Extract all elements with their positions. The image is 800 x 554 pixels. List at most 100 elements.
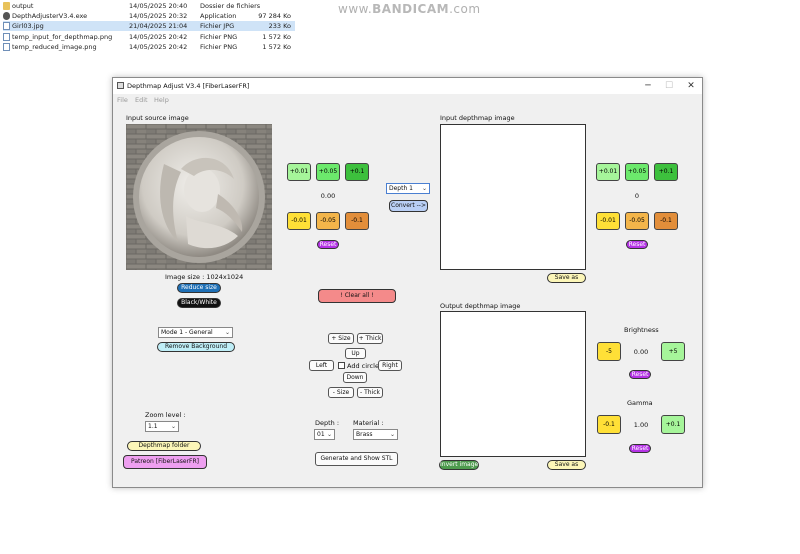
relief-medallion-image [126, 124, 272, 270]
material-select[interactable]: Brass ⌄ [353, 429, 398, 440]
file-size: 233 Ko [268, 22, 291, 31]
file-type: Dossier de fichiers [200, 2, 261, 10]
chevron-down-icon: ⌄ [170, 423, 176, 430]
left-minus-01-button[interactable]: -0.1 [345, 212, 369, 230]
gamma-label: Gamma [627, 399, 653, 407]
down-button[interactable]: Down [343, 372, 367, 383]
file-date: 21/04/2025 21:04 [129, 22, 188, 31]
input-source-image [126, 124, 272, 270]
right-minus-001-button[interactable]: -0.01 [596, 212, 620, 230]
menu-file[interactable]: File [117, 96, 128, 104]
file-date: 14/05/2025 20:42 [129, 32, 188, 41]
left-plus-01-button[interactable]: +0.1 [345, 163, 369, 181]
depth-value: 01 [317, 431, 325, 438]
remove-background-button[interactable]: Remove Background [157, 342, 235, 352]
brightness-minus-button[interactable]: -5 [597, 342, 621, 361]
right-reset-button[interactable]: Reset [626, 240, 648, 249]
right-plus-001-button[interactable]: +0.01 [596, 163, 620, 181]
file-name: temp_input_for_depthmap.png [12, 32, 113, 41]
zoom-level-label: Zoom level : [145, 411, 186, 419]
file-row[interactable]: temp_input_for_depthmap.png 14/05/2025 20… [3, 32, 295, 42]
gamma-value: 1.00 [633, 421, 649, 429]
depth-label: Depth : [315, 419, 340, 427]
output-depthmap-image [440, 311, 586, 457]
minimize-button[interactable]: ─ [639, 80, 657, 92]
title-bar[interactable]: Depthmap Adjust V3.4 [FiberLaserFR] ─ ☐ … [113, 78, 702, 94]
menu-edit[interactable]: Edit [135, 96, 148, 104]
file-date: 14/05/2025 20:40 [129, 2, 188, 10]
right-adjust-value: 0 [634, 192, 640, 200]
brightness-label: Brightness [624, 326, 659, 334]
chevron-down-icon: ⌄ [421, 185, 427, 192]
menu-help[interactable]: Help [154, 96, 169, 104]
file-name: output [12, 2, 34, 10]
minus-size-button[interactable]: - Size [328, 387, 354, 398]
file-row[interactable]: output 14/05/2025 20:40 Dossier de fichier… [3, 1, 295, 11]
maximize-button[interactable]: ☐ [660, 80, 678, 92]
reduce-size-button[interactable]: Reduce size [177, 283, 221, 293]
right-minus-005-button[interactable]: -0.05 [625, 212, 649, 230]
left-adjust-value: 0.00 [320, 192, 336, 200]
input-depthmap-label: Input depthmap image [440, 114, 515, 122]
left-reset-button[interactable]: Reset [317, 240, 339, 249]
generate-stl-button[interactable]: Generate and Show STL [315, 452, 398, 466]
right-minus-01-button[interactable]: -0.1 [654, 212, 678, 230]
black-white-button[interactable]: Black/White [177, 298, 221, 308]
material-value: Brass [356, 431, 373, 438]
file-name: DepthAdjusterV3.4.exe [12, 12, 88, 21]
brightness-plus-button[interactable]: +5 [661, 342, 685, 361]
close-button[interactable]: ✕ [682, 80, 700, 92]
depth-value-select[interactable]: 01 ⌄ [314, 429, 335, 440]
add-circle-label: Add circle [347, 362, 379, 370]
app-window: Depthmap Adjust V3.4 [FiberLaserFR] ─ ☐ … [112, 77, 703, 488]
bandicam-watermark: www.BANDICAM.com [338, 2, 481, 16]
left-minus-001-button[interactable]: -0.01 [287, 212, 311, 230]
add-circle-checkbox[interactable] [338, 362, 345, 369]
brightness-value: 0.00 [633, 348, 649, 356]
left-minus-005-button[interactable]: -0.05 [316, 212, 340, 230]
file-row[interactable]: DepthAdjusterV3.4.exe 14/05/2025 20:32 App… [3, 11, 295, 21]
output-depthmap-save-button[interactable]: Save as [547, 460, 586, 470]
zoom-select[interactable]: 1.1 ⌄ [145, 421, 179, 432]
up-button[interactable]: Up [345, 348, 366, 359]
file-name: Girl03.jpg [12, 22, 44, 31]
file-date: 14/05/2025 20:32 [129, 12, 188, 21]
convert-button[interactable]: Convert --> [389, 200, 428, 212]
depth-select[interactable]: Depth 1 ⌄ [386, 183, 430, 194]
right-plus-01-button[interactable]: +0.1 [654, 163, 678, 181]
patreon-button[interactable]: Patreon [FiberLaserFR] [123, 455, 207, 469]
chevron-down-icon: ⌄ [326, 431, 332, 438]
right-plus-005-button[interactable]: +0.05 [625, 163, 649, 181]
brightness-reset-button[interactable]: Reset [629, 370, 651, 379]
material-label: Material : [353, 419, 384, 427]
mode-select-value: Mode 1 - General [161, 329, 213, 336]
clear-all-button[interactable]: ! Clear all ! [318, 289, 396, 303]
chevron-down-icon: ⌄ [224, 329, 230, 336]
mode-select[interactable]: Mode 1 - General ⌄ [158, 327, 233, 338]
file-row[interactable]: Girl03.jpg 21/04/2025 21:04 Fichier JPG 233… [3, 21, 295, 32]
folder-icon [3, 2, 10, 10]
invert-image-button[interactable]: Invert image [439, 460, 479, 470]
file-type: Fichier PNG [200, 42, 238, 51]
file-name: temp_reduced_image.png [12, 42, 97, 51]
gamma-plus-button[interactable]: +0.1 [661, 415, 685, 434]
plus-size-button[interactable]: + Size [328, 333, 354, 344]
left-plus-005-button[interactable]: +0.05 [316, 163, 340, 181]
left-plus-001-button[interactable]: +0.01 [287, 163, 311, 181]
file-date: 14/05/2025 20:42 [129, 42, 188, 51]
depth-select-value: Depth 1 [389, 185, 413, 192]
file-row[interactable]: temp_reduced_image.png 14/05/2025 20:42 Fi… [3, 42, 295, 52]
depthmap-folder-button[interactable]: Depthmap folder [127, 441, 201, 451]
file-size: 1 572 Ko [262, 32, 291, 41]
file-size: 1 572 Ko [262, 42, 291, 51]
minus-thick-button[interactable]: - Thick [357, 387, 383, 398]
right-button[interactable]: Right [378, 360, 402, 371]
left-button[interactable]: Left [309, 360, 334, 371]
gamma-reset-button[interactable]: Reset [629, 444, 651, 453]
gamma-minus-button[interactable]: -0.1 [597, 415, 621, 434]
input-depthmap-save-button[interactable]: Save as [547, 273, 586, 283]
input-source-label: Input source image [126, 114, 189, 122]
app-icon [117, 82, 124, 89]
plus-thick-button[interactable]: + Thick [357, 333, 383, 344]
file-type: Fichier PNG [200, 32, 238, 41]
